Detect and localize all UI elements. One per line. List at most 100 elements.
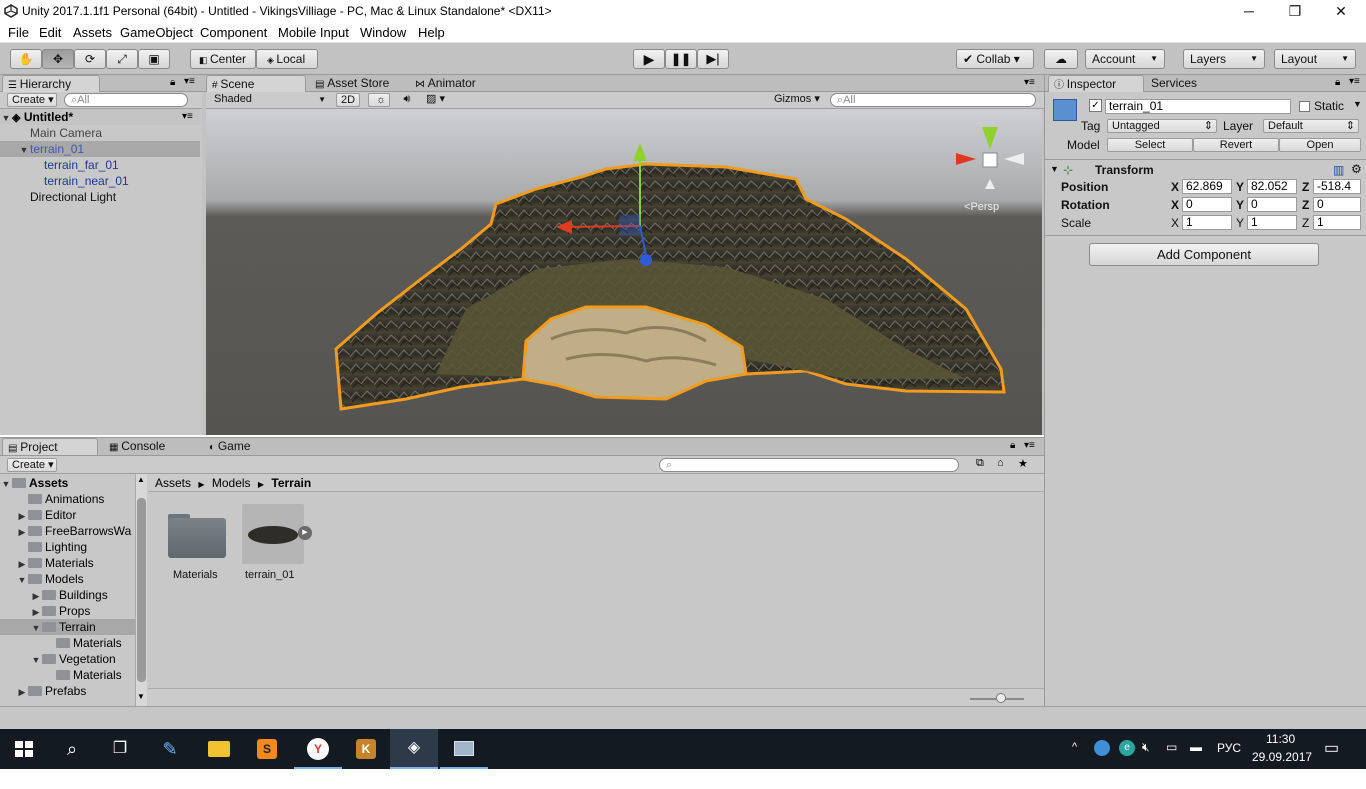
step-button[interactable]: ▶|: [697, 49, 729, 69]
yandex-browser-icon[interactable]: Y: [294, 729, 342, 769]
space-local-toggle[interactable]: ◈ Local: [256, 49, 318, 69]
tree-item-prefabs[interactable]: ▶ Prefabs: [0, 683, 135, 699]
tray-chevron-up-icon[interactable]: ^: [1072, 741, 1077, 753]
effects-dropdown[interactable]: ▨ ▾: [422, 93, 456, 107]
tree-scrollbar[interactable]: ▲ ▼: [135, 474, 147, 707]
scale-y-input[interactable]: 1: [1247, 215, 1297, 230]
layers-dropdown[interactable]: Layers ▼: [1183, 49, 1265, 69]
sublime-text-icon[interactable]: S: [243, 729, 291, 769]
active-checkbox[interactable]: ✓: [1089, 99, 1102, 112]
collapse-arrow-icon[interactable]: ▼: [1050, 164, 1059, 174]
lock-icon[interactable]: 🔒︎: [170, 77, 175, 88]
toggle-2d-button[interactable]: 2D: [336, 93, 360, 107]
hierarchy-create-button[interactable]: Create ▾: [7, 93, 57, 107]
object-name-input[interactable]: terrain_01: [1105, 99, 1291, 114]
position-z-input[interactable]: -518.4: [1313, 179, 1361, 194]
project-create-button[interactable]: Create ▾: [7, 458, 57, 472]
minimize-button[interactable]: ─: [1226, 0, 1272, 23]
tab-hierarchy[interactable]: ☰ Hierarchy: [2, 75, 100, 92]
orientation-gizmo[interactable]: [956, 127, 1024, 189]
tree-arrow-icon[interactable]: ▶: [16, 556, 28, 572]
image-viewer-icon[interactable]: [440, 729, 488, 769]
scene-viewport[interactable]: <Persp: [206, 109, 1042, 435]
collapse-arrow-icon[interactable]: ▼: [0, 110, 12, 126]
rotate-tool-button[interactable]: ⟳: [74, 49, 106, 69]
hand-tool-button[interactable]: ✋: [10, 49, 42, 69]
tab-inspector[interactable]: ⓘ Inspector: [1048, 75, 1144, 92]
e-tray-icon[interactable]: e: [1119, 740, 1135, 756]
pause-button[interactable]: ❚❚: [665, 49, 697, 69]
tree-arrow-icon[interactable]: ▶: [16, 508, 28, 524]
breadcrumb-models[interactable]: Models: [212, 476, 251, 490]
audio-toggle[interactable]: 🔊︎: [394, 93, 416, 107]
persp-label[interactable]: <Persp: [964, 201, 999, 213]
tree-item-vegetation-materials[interactable]: Materials: [0, 667, 135, 683]
hierarchy-item-directional-light[interactable]: Directional Light: [0, 189, 200, 205]
play-button[interactable]: ▶: [633, 49, 665, 69]
scale-tool-button[interactable]: ⤢: [106, 49, 138, 69]
filter-type-icon[interactable]: ⧉: [976, 457, 984, 470]
tree-item-editor[interactable]: ▶ Editor: [0, 507, 135, 523]
project-search-input[interactable]: ⌕: [659, 458, 959, 472]
rotation-z-input[interactable]: 0: [1313, 197, 1361, 212]
model-open-button[interactable]: Open: [1279, 138, 1361, 152]
panel-menu-icon[interactable]: ▾≡: [1024, 440, 1035, 451]
tree-arrow-icon[interactable]: ▶: [16, 684, 28, 700]
volume-muted-icon[interactable]: 🔇︎: [1142, 740, 1150, 755]
add-component-button[interactable]: Add Component: [1089, 243, 1319, 266]
gear-icon[interactable]: ⚙: [1351, 162, 1362, 176]
tab-asset-store[interactable]: ▤ Asset Store: [310, 75, 408, 92]
scrollbar-thumb[interactable]: [137, 498, 146, 682]
paint-app-icon[interactable]: ✎: [146, 729, 194, 769]
menu-help[interactable]: Help: [418, 25, 445, 40]
start-button[interactable]: [0, 729, 48, 769]
hierarchy-item-terrain-far[interactable]: terrain_far_01: [0, 157, 200, 173]
tree-item-terrain-materials[interactable]: Materials: [0, 635, 135, 651]
tree-arrow-icon[interactable]: ▶: [30, 588, 42, 604]
scale-z-input[interactable]: 1: [1313, 215, 1361, 230]
position-y-input[interactable]: 82.052: [1247, 179, 1297, 194]
move-tool-button[interactable]: ✥: [42, 49, 74, 69]
menu-edit[interactable]: Edit: [39, 25, 61, 40]
network-icon[interactable]: ▭: [1166, 740, 1177, 754]
tree-item-buildings[interactable]: ▶ Buildings: [0, 587, 135, 603]
language-indicator[interactable]: РУС: [1217, 741, 1241, 755]
tree-arrow-icon[interactable]: ▼: [30, 620, 42, 636]
close-button[interactable]: ✕: [1318, 0, 1364, 23]
expand-play-icon[interactable]: ▶: [298, 526, 312, 540]
file-explorer-icon[interactable]: [195, 729, 243, 769]
telegram-tray-icon[interactable]: [1094, 740, 1110, 756]
tab-console[interactable]: ▦ Console: [104, 438, 200, 455]
tree-item-props[interactable]: ▶ Props: [0, 603, 135, 619]
tree-item-assets[interactable]: ▼ Assets: [0, 475, 135, 491]
scroll-up-icon[interactable]: ▲: [137, 475, 145, 484]
rotation-y-input[interactable]: 0: [1247, 197, 1297, 212]
tree-arrow-icon[interactable]: ▶: [16, 524, 28, 540]
tag-dropdown[interactable]: Untagged ⇕: [1107, 119, 1217, 133]
hierarchy-item-main-camera[interactable]: Main Camera: [0, 125, 200, 141]
hierarchy-search-input[interactable]: ⌕All: [64, 93, 188, 107]
cloud-button[interactable]: ☁: [1044, 49, 1078, 69]
shading-mode-dropdown[interactable]: Shaded ▼: [210, 93, 328, 107]
breadcrumb-terrain[interactable]: Terrain: [271, 476, 311, 490]
rect-tool-button[interactable]: ▣: [138, 49, 170, 69]
help-book-icon[interactable]: ▥: [1333, 163, 1344, 177]
tab-scene[interactable]: #︎ Scene: [206, 75, 306, 92]
position-x-input[interactable]: 62.869: [1182, 179, 1232, 194]
rotation-x-input[interactable]: 0: [1182, 197, 1232, 212]
tree-arrow-icon[interactable]: ▶: [30, 604, 42, 620]
static-dropdown-icon[interactable]: ▼: [1353, 99, 1362, 109]
tree-arrow-icon[interactable]: ▼: [30, 652, 42, 668]
scale-x-input[interactable]: 1: [1182, 215, 1232, 230]
scroll-down-icon[interactable]: ▼: [137, 692, 145, 701]
clock-time[interactable]: 11:30: [1266, 732, 1295, 746]
tab-services[interactable]: Services: [1146, 75, 1226, 92]
lock-icon[interactable]: 🔒︎: [1335, 77, 1340, 88]
lock-icon[interactable]: 🔒︎: [1010, 440, 1015, 451]
tab-project[interactable]: ▤ Project: [2, 438, 98, 455]
gizmos-dropdown[interactable]: Gizmos ▾: [770, 93, 822, 107]
collab-button[interactable]: ✔ Collab ▾: [956, 49, 1034, 69]
layer-dropdown[interactable]: Default ⇕: [1263, 119, 1359, 133]
menu-mobile-input[interactable]: Mobile Input: [278, 25, 349, 40]
panel-menu-icon[interactable]: ▾≡: [1024, 77, 1035, 88]
